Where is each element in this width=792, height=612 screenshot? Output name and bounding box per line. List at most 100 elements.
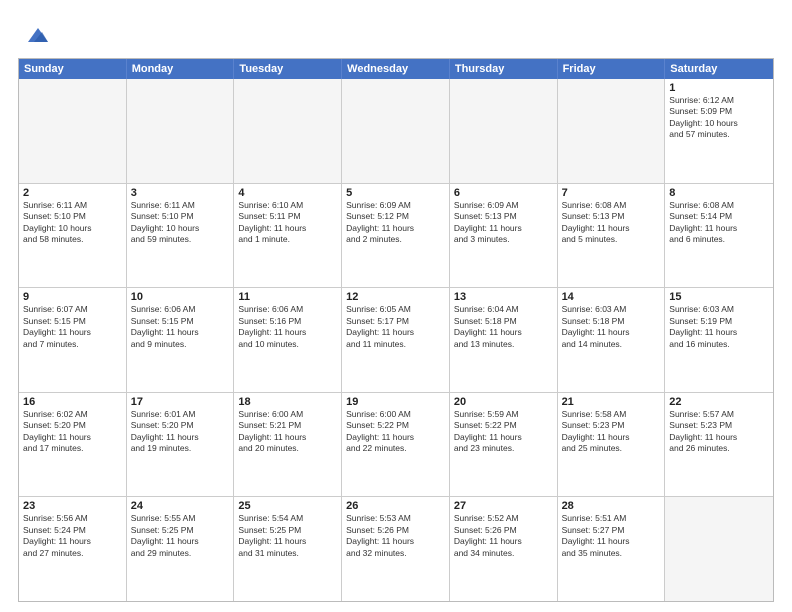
day-number: 5 (346, 187, 445, 199)
weekday-header-thursday: Thursday (450, 59, 558, 79)
day-number: 23 (23, 500, 122, 512)
day-info: Sunrise: 5:58 AM Sunset: 5:23 PM Dayligh… (562, 409, 661, 455)
day-number: 25 (238, 500, 337, 512)
day-info: Sunrise: 6:00 AM Sunset: 5:22 PM Dayligh… (346, 409, 445, 455)
day-cell-empty-0-4 (450, 79, 558, 183)
day-cell-28: 28Sunrise: 5:51 AM Sunset: 5:27 PM Dayli… (558, 497, 666, 601)
day-number: 4 (238, 187, 337, 199)
day-info: Sunrise: 6:00 AM Sunset: 5:21 PM Dayligh… (238, 409, 337, 455)
day-cell-21: 21Sunrise: 5:58 AM Sunset: 5:23 PM Dayli… (558, 393, 666, 497)
weekday-header-saturday: Saturday (665, 59, 773, 79)
day-number: 6 (454, 187, 553, 199)
day-number: 8 (669, 187, 769, 199)
day-cell-10: 10Sunrise: 6:06 AM Sunset: 5:15 PM Dayli… (127, 288, 235, 392)
page: SundayMondayTuesdayWednesdayThursdayFrid… (0, 0, 792, 612)
day-info: Sunrise: 6:09 AM Sunset: 5:13 PM Dayligh… (454, 200, 553, 246)
day-cell-empty-0-2 (234, 79, 342, 183)
day-cell-17: 17Sunrise: 6:01 AM Sunset: 5:20 PM Dayli… (127, 393, 235, 497)
day-info: Sunrise: 6:08 AM Sunset: 5:14 PM Dayligh… (669, 200, 769, 246)
logo (18, 18, 52, 52)
day-info: Sunrise: 5:52 AM Sunset: 5:26 PM Dayligh… (454, 513, 553, 559)
day-number: 20 (454, 396, 553, 408)
day-number: 26 (346, 500, 445, 512)
day-info: Sunrise: 5:59 AM Sunset: 5:22 PM Dayligh… (454, 409, 553, 455)
day-cell-empty-0-3 (342, 79, 450, 183)
day-cell-15: 15Sunrise: 6:03 AM Sunset: 5:19 PM Dayli… (665, 288, 773, 392)
day-info: Sunrise: 5:57 AM Sunset: 5:23 PM Dayligh… (669, 409, 769, 455)
day-info: Sunrise: 6:11 AM Sunset: 5:10 PM Dayligh… (131, 200, 230, 246)
day-info: Sunrise: 5:56 AM Sunset: 5:24 PM Dayligh… (23, 513, 122, 559)
day-info: Sunrise: 6:03 AM Sunset: 5:19 PM Dayligh… (669, 304, 769, 350)
day-number: 1 (669, 82, 769, 94)
day-info: Sunrise: 6:10 AM Sunset: 5:11 PM Dayligh… (238, 200, 337, 246)
day-number: 2 (23, 187, 122, 199)
header (18, 18, 774, 52)
day-info: Sunrise: 6:08 AM Sunset: 5:13 PM Dayligh… (562, 200, 661, 246)
day-number: 11 (238, 291, 337, 303)
day-cell-20: 20Sunrise: 5:59 AM Sunset: 5:22 PM Dayli… (450, 393, 558, 497)
calendar-body: 1Sunrise: 6:12 AM Sunset: 5:09 PM Daylig… (19, 79, 773, 601)
day-number: 7 (562, 187, 661, 199)
day-cell-13: 13Sunrise: 6:04 AM Sunset: 5:18 PM Dayli… (450, 288, 558, 392)
day-number: 21 (562, 396, 661, 408)
day-number: 28 (562, 500, 661, 512)
day-number: 18 (238, 396, 337, 408)
day-cell-8: 8Sunrise: 6:08 AM Sunset: 5:14 PM Daylig… (665, 184, 773, 288)
calendar-row-2: 9Sunrise: 6:07 AM Sunset: 5:15 PM Daylig… (19, 288, 773, 393)
day-cell-7: 7Sunrise: 6:08 AM Sunset: 5:13 PM Daylig… (558, 184, 666, 288)
day-number: 12 (346, 291, 445, 303)
day-info: Sunrise: 5:53 AM Sunset: 5:26 PM Dayligh… (346, 513, 445, 559)
day-number: 14 (562, 291, 661, 303)
day-cell-16: 16Sunrise: 6:02 AM Sunset: 5:20 PM Dayli… (19, 393, 127, 497)
day-cell-25: 25Sunrise: 5:54 AM Sunset: 5:25 PM Dayli… (234, 497, 342, 601)
day-info: Sunrise: 6:06 AM Sunset: 5:15 PM Dayligh… (131, 304, 230, 350)
day-cell-23: 23Sunrise: 5:56 AM Sunset: 5:24 PM Dayli… (19, 497, 127, 601)
day-cell-9: 9Sunrise: 6:07 AM Sunset: 5:15 PM Daylig… (19, 288, 127, 392)
day-info: Sunrise: 6:05 AM Sunset: 5:17 PM Dayligh… (346, 304, 445, 350)
logo-icon (20, 20, 52, 52)
day-number: 19 (346, 396, 445, 408)
day-info: Sunrise: 6:03 AM Sunset: 5:18 PM Dayligh… (562, 304, 661, 350)
day-number: 22 (669, 396, 769, 408)
day-info: Sunrise: 6:06 AM Sunset: 5:16 PM Dayligh… (238, 304, 337, 350)
day-cell-26: 26Sunrise: 5:53 AM Sunset: 5:26 PM Dayli… (342, 497, 450, 601)
day-cell-empty-4-6 (665, 497, 773, 601)
day-number: 10 (131, 291, 230, 303)
day-info: Sunrise: 6:04 AM Sunset: 5:18 PM Dayligh… (454, 304, 553, 350)
day-cell-6: 6Sunrise: 6:09 AM Sunset: 5:13 PM Daylig… (450, 184, 558, 288)
day-info: Sunrise: 6:01 AM Sunset: 5:20 PM Dayligh… (131, 409, 230, 455)
day-number: 13 (454, 291, 553, 303)
weekday-header-wednesday: Wednesday (342, 59, 450, 79)
weekday-header-friday: Friday (558, 59, 666, 79)
day-cell-14: 14Sunrise: 6:03 AM Sunset: 5:18 PM Dayli… (558, 288, 666, 392)
calendar-header: SundayMondayTuesdayWednesdayThursdayFrid… (19, 59, 773, 79)
calendar-row-1: 2 Sunrise: 6:11 AM Sunset: 5:10 PM Daylig… (19, 184, 773, 289)
day-cell-empty-0-0 (19, 79, 127, 183)
day-cell-22: 22Sunrise: 5:57 AM Sunset: 5:23 PM Dayli… (665, 393, 773, 497)
day-info: Sunrise: 5:51 AM Sunset: 5:27 PM Dayligh… (562, 513, 661, 559)
day-info: Sunrise: 6:07 AM Sunset: 5:15 PM Dayligh… (23, 304, 122, 350)
day-info: Sunrise: 5:54 AM Sunset: 5:25 PM Dayligh… (238, 513, 337, 559)
day-cell-3: 3Sunrise: 6:11 AM Sunset: 5:10 PM Daylig… (127, 184, 235, 288)
day-cell-empty-0-5 (558, 79, 666, 183)
day-info: Sunrise: 5:55 AM Sunset: 5:25 PM Dayligh… (131, 513, 230, 559)
day-number: 3 (131, 187, 230, 199)
day-cell-18: 18Sunrise: 6:00 AM Sunset: 5:21 PM Dayli… (234, 393, 342, 497)
day-info: Sunrise: 6:12 AM Sunset: 5:09 PM Dayligh… (669, 95, 769, 141)
weekday-header-monday: Monday (127, 59, 235, 79)
weekday-header-tuesday: Tuesday (234, 59, 342, 79)
day-number: 15 (669, 291, 769, 303)
day-cell-19: 19Sunrise: 6:00 AM Sunset: 5:22 PM Dayli… (342, 393, 450, 497)
calendar-row-4: 23Sunrise: 5:56 AM Sunset: 5:24 PM Dayli… (19, 497, 773, 601)
day-cell-12: 12Sunrise: 6:05 AM Sunset: 5:17 PM Dayli… (342, 288, 450, 392)
calendar: SundayMondayTuesdayWednesdayThursdayFrid… (18, 58, 774, 602)
day-cell-1: 1Sunrise: 6:12 AM Sunset: 5:09 PM Daylig… (665, 79, 773, 183)
day-cell-24: 24Sunrise: 5:55 AM Sunset: 5:25 PM Dayli… (127, 497, 235, 601)
day-info: Sunrise: 6:09 AM Sunset: 5:12 PM Dayligh… (346, 200, 445, 246)
day-cell-27: 27Sunrise: 5:52 AM Sunset: 5:26 PM Dayli… (450, 497, 558, 601)
day-number: 17 (131, 396, 230, 408)
day-number: 16 (23, 396, 122, 408)
calendar-row-0: 1Sunrise: 6:12 AM Sunset: 5:09 PM Daylig… (19, 79, 773, 184)
day-number: 27 (454, 500, 553, 512)
day-info: Sunrise: 6:02 AM Sunset: 5:20 PM Dayligh… (23, 409, 122, 455)
